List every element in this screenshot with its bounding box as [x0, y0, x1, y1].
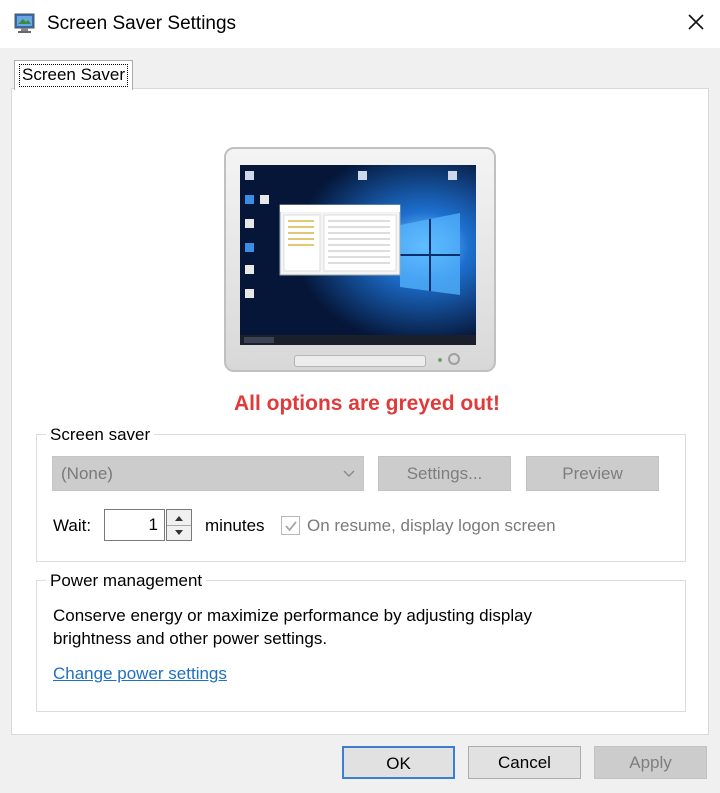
- minutes-label: minutes: [205, 516, 265, 535]
- power-description-line1: Conserve energy or maximize performance …: [53, 606, 533, 625]
- window-title: Screen Saver Settings: [47, 13, 237, 34]
- chevron-down-icon: [343, 457, 355, 502]
- preview-button[interactable]: Preview: [526, 456, 659, 491]
- close-button[interactable]: [672, 0, 720, 48]
- title-bar: Screen Saver Settings: [0, 0, 720, 48]
- screen-saver-settings-icon: [14, 12, 36, 34]
- wait-label: Wait:: [53, 516, 92, 535]
- monitor-slot: [294, 355, 426, 367]
- cancel-button[interactable]: Cancel: [468, 746, 581, 779]
- screen-saver-group-title: Screen saver: [46, 425, 155, 445]
- preview-screen: [240, 165, 476, 345]
- desktop-wallpaper-image: [240, 165, 476, 345]
- close-icon: [687, 13, 705, 36]
- apply-button[interactable]: Apply: [594, 746, 707, 779]
- power-management-group-title: Power management: [46, 571, 207, 591]
- checkmark-icon: [285, 521, 297, 532]
- greyed-out-annotation: All options are greyed out!: [233, 392, 501, 415]
- tab-screen-saver[interactable]: Screen Saver: [14, 60, 133, 90]
- wait-minutes-stepper[interactable]: [166, 509, 192, 541]
- tab-screen-saver-label: Screen Saver: [19, 64, 128, 87]
- power-description-line2: brightness and other power settings.: [53, 629, 328, 648]
- resume-logon-label: On resume, display logon screen: [307, 516, 556, 535]
- resume-logon-checkbox[interactable]: [281, 516, 300, 535]
- power-led: [438, 358, 442, 362]
- screen-saver-select[interactable]: (None): [52, 456, 364, 491]
- spin-up-icon[interactable]: [167, 510, 191, 526]
- spin-down-icon[interactable]: [167, 525, 191, 540]
- ok-button[interactable]: OK: [342, 746, 455, 779]
- change-power-settings-link[interactable]: Change power settings: [53, 664, 227, 684]
- wait-minutes-input[interactable]: 1: [104, 509, 165, 541]
- settings-button[interactable]: Settings...: [378, 456, 511, 491]
- screen-saver-group: [36, 434, 686, 562]
- monitor-preview: [224, 147, 496, 372]
- power-button-icon: [448, 353, 460, 365]
- screen-saver-select-value: (None): [61, 464, 113, 483]
